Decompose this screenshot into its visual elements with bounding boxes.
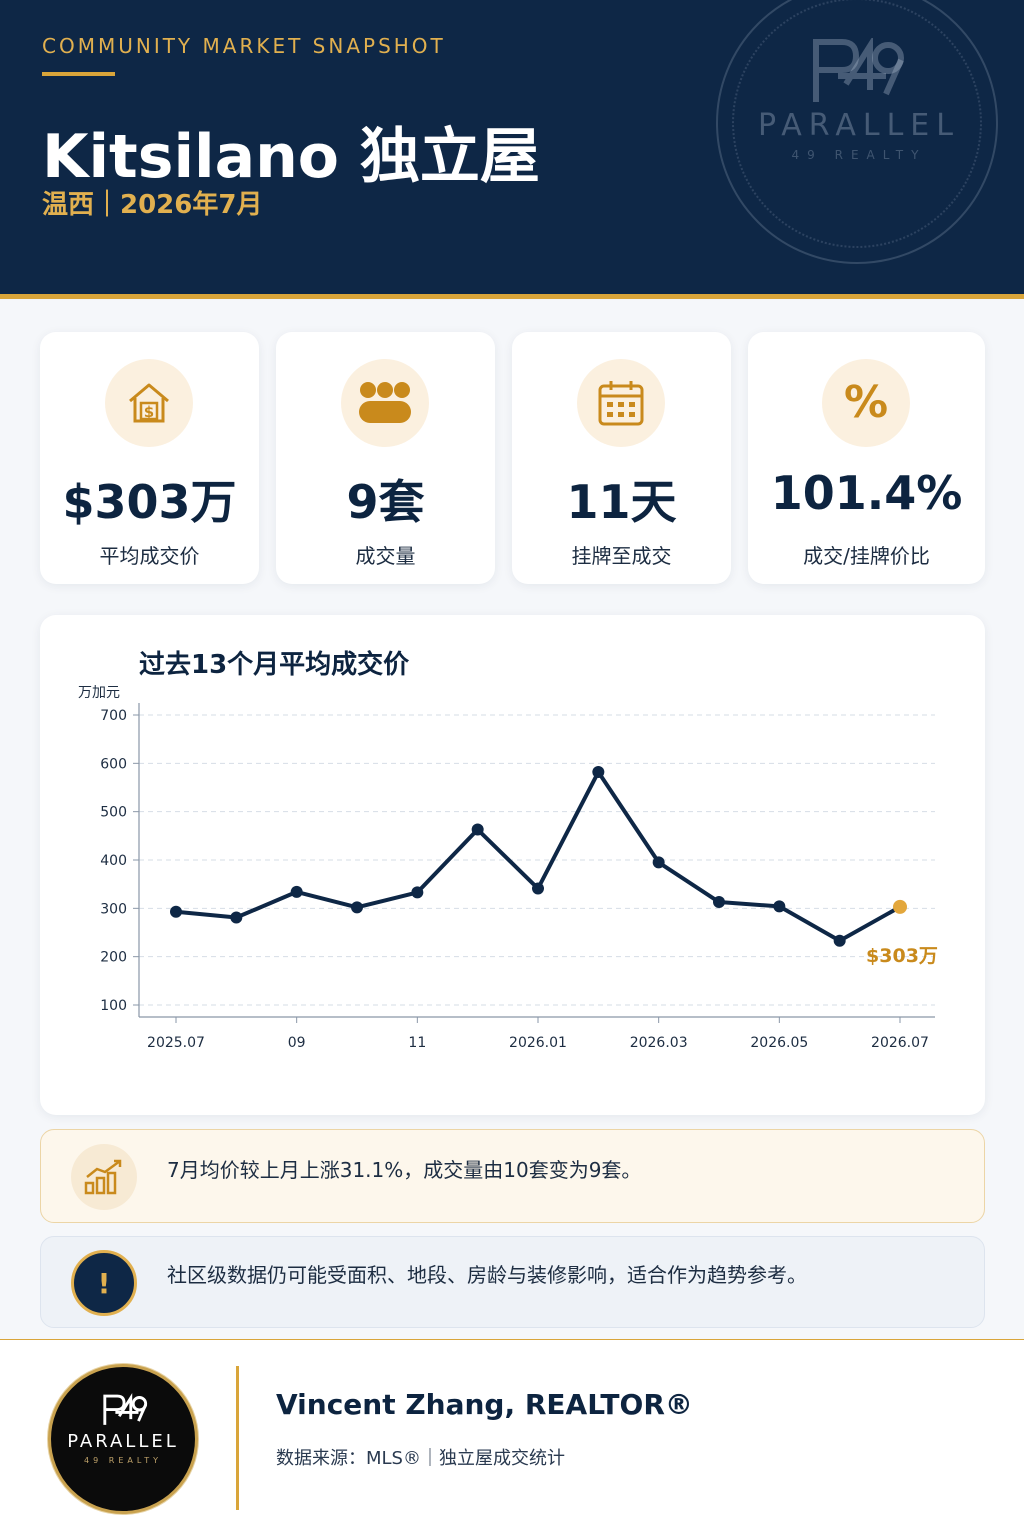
bar-chart-trend-icon: [84, 1159, 122, 1195]
brand-logo-mark-icon: [103, 1393, 148, 1425]
header-divider: [0, 294, 1024, 299]
eyebrow-underline: [42, 72, 115, 76]
chart-y-tick-label: 100: [100, 998, 127, 1014]
svg-text:$: $: [144, 403, 154, 421]
chart-point: [532, 882, 544, 895]
kpi-icon-circle: [341, 359, 429, 447]
chart-point: [773, 900, 786, 913]
page-title: Kitsilano 独立屋: [42, 122, 540, 192]
kpi-label-volume: 成交量: [355, 544, 416, 568]
chart-y-tick-label: 500: [100, 805, 127, 821]
logo-brand-text: PARALLEL: [67, 1431, 179, 1452]
kpi-value-avg-price: $303万: [62, 475, 237, 529]
chart-x-tick-label: 2026.07: [871, 1035, 929, 1051]
page-subtitle: 温西｜2026年7月: [42, 190, 263, 220]
brand-logo: PARALLEL 49 REALTY: [48, 1364, 198, 1514]
kpi-label-avg-price: 平均成交价: [99, 544, 200, 568]
chart-x-tick-label: 11: [408, 1035, 426, 1051]
logo-sub-text: 49 REALTY: [84, 1456, 162, 1465]
chart-title: 过去13个月平均成交价: [139, 649, 410, 680]
price-trend-chart: 过去13个月平均成交价 万加元 2025.07 09 11 2026.01 2026.0…: [78, 649, 938, 1051]
chart-series-line: [174, 770, 902, 943]
percent-icon: %: [843, 377, 889, 428]
chart-y-tick-label: 600: [100, 756, 127, 772]
watermark-sub: 49 REALTY: [791, 148, 927, 162]
kpi-card-volume: 9套 成交量: [276, 332, 495, 584]
eyebrow-label: COMMUNITY MARKET SNAPSHOT: [42, 34, 446, 58]
chart-point: [592, 766, 605, 779]
header-banner: PARALLEL 49 REALTY COMMUNITY MARKET SNAP…: [0, 0, 1024, 296]
note-icon-circle: [71, 1144, 137, 1210]
chart-x-tick-label: 2025.07: [147, 1035, 205, 1051]
kpi-card-ratio: % 101.4% 成交/挂牌价比: [748, 332, 985, 584]
kpi-label-ratio: 成交/挂牌价比: [803, 544, 930, 568]
chart-point-highlight: [893, 899, 907, 914]
kpi-icon-circle: $: [105, 359, 193, 447]
coins-icon: [359, 382, 411, 423]
disclaimer-note: ! 社区级数据仍可能受面积、地段、房龄与装修影响，适合作为趋势参考。: [40, 1236, 985, 1328]
insight-note: 7月均价较上月上涨31.1%，成交量由10套变为9套。: [40, 1129, 985, 1223]
kpi-value-days: 11天: [566, 475, 677, 529]
chart-x-tick-label: 2026.03: [630, 1035, 688, 1051]
chart-point: [411, 886, 424, 899]
watermark-logo-icon: [813, 38, 904, 102]
kpi-value-ratio: 101.4%: [770, 466, 963, 520]
chart-point: [230, 911, 243, 924]
chart-point: [652, 856, 665, 869]
chart-point: [833, 934, 846, 947]
calendar-icon: [598, 381, 644, 426]
disclaimer-text: 社区级数据仍可能受面积、地段、房龄与装修影响，适合作为趋势参考。: [167, 1263, 807, 1287]
chart-card: 过去13个月平均成交价 万加元 2025.07 09 11 2026.01 2026.0…: [40, 615, 985, 1115]
kpi-value-volume: 9套: [346, 475, 425, 529]
chart-point: [713, 896, 725, 909]
chart-point: [351, 901, 363, 914]
kpi-card-days: 11天 挂牌至成交: [512, 332, 731, 584]
chart-x-tick-label: 2026.05: [750, 1035, 808, 1051]
data-source: 数据来源：MLS®｜独立屋成交统计: [276, 1448, 565, 1469]
chart-y-tick-label: 400: [100, 853, 127, 869]
exclamation-icon: !: [71, 1250, 137, 1316]
watermark-brand: PARALLEL: [758, 108, 960, 143]
chart-x-tick-label: 2026.01: [509, 1035, 567, 1051]
chart-point: [290, 885, 303, 898]
chart-y-tick-label: 300: [100, 901, 127, 917]
house-dollar-icon: $: [129, 383, 169, 423]
chart-y-axis-label: 万加元: [78, 685, 120, 701]
kpi-icon-circle: %: [822, 359, 910, 447]
chart-point: [471, 823, 484, 836]
chart-last-point-label: $303万: [866, 945, 938, 967]
kpi-card-avg-price: $ $303万 平均成交价: [40, 332, 259, 584]
kpi-label-days: 挂牌至成交: [571, 544, 672, 568]
insight-text: 7月均价较上月上涨31.1%，成交量由10套变为9套。: [167, 1158, 642, 1182]
chart-y-tick-label: 200: [100, 950, 127, 966]
kpi-icon-circle: [577, 359, 665, 447]
chart-x-tick-label: 09: [288, 1035, 306, 1051]
agent-name: Vincent Zhang, REALTOR®: [276, 1388, 693, 1421]
chart-y-tick-label: 700: [100, 708, 127, 724]
footer-vertical-divider: [236, 1366, 239, 1510]
chart-point: [170, 905, 182, 918]
